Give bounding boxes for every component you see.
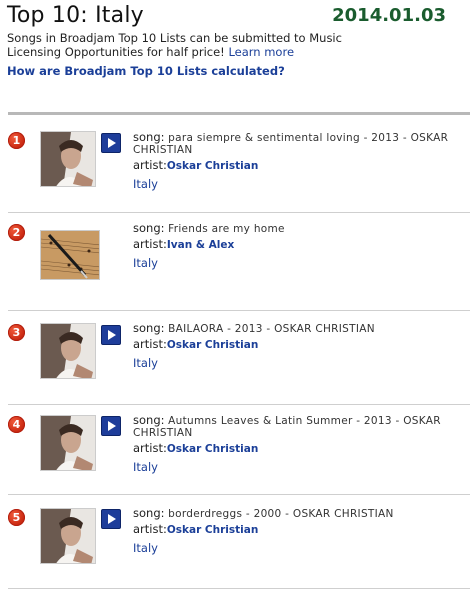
rank-badge: 5 bbox=[8, 509, 25, 526]
play-button[interactable] bbox=[101, 325, 121, 345]
artist-link[interactable]: Oskar Christian bbox=[167, 160, 258, 172]
page-header: Top 10: Italy 2014.01.03 Songs in Broadj… bbox=[0, 0, 472, 100]
song-title: para siempre & sentimental loving - 2013… bbox=[133, 132, 449, 156]
artist-link[interactable]: Oskar Christian bbox=[167, 339, 258, 351]
song-title: borderdreggs - 2000 - OSKAR CHRISTIAN bbox=[168, 508, 394, 520]
licensing-note: Songs in Broadjam Top 10 Lists can be su… bbox=[7, 31, 377, 59]
top-divider bbox=[8, 112, 470, 115]
artist-thumbnail[interactable] bbox=[40, 230, 100, 280]
artist-line: artist:Oskar Christian bbox=[133, 441, 259, 455]
learn-more-link[interactable]: Learn more bbox=[228, 45, 294, 59]
calculation-info-link[interactable]: How are Broadjam Top 10 Lists calculated… bbox=[7, 64, 285, 78]
artist-thumbnail[interactable] bbox=[40, 415, 96, 471]
rank-badge: 4 bbox=[8, 416, 25, 433]
play-button[interactable] bbox=[101, 416, 121, 436]
rank-badge: 2 bbox=[8, 224, 25, 241]
song-title: Friends are my home bbox=[168, 223, 285, 235]
artist-thumbnail[interactable] bbox=[40, 323, 96, 379]
entry-divider bbox=[8, 404, 470, 405]
song-info: song: para siempre & sentimental loving … bbox=[133, 131, 453, 191]
entry-divider bbox=[8, 212, 470, 213]
rank-badge: 1 bbox=[8, 132, 25, 149]
portrait-image bbox=[41, 324, 95, 378]
sheet-music-image bbox=[41, 231, 99, 279]
page-title: Top 10: Italy bbox=[7, 3, 144, 28]
song-info: song: Friends are my home artist:Ivan & … bbox=[133, 222, 453, 270]
artist-link[interactable]: Ivan & Alex bbox=[167, 239, 234, 251]
song-title: Autumns Leaves & Latin Summer - 2013 - O… bbox=[133, 415, 441, 439]
song-line: song: Friends are my home bbox=[133, 221, 285, 235]
song-info: song: Autumns Leaves & Latin Summer - 20… bbox=[133, 414, 453, 474]
country-link[interactable]: Italy bbox=[133, 256, 453, 270]
song-line: song: BAILAORA - 2013 - OSKAR CHRISTIAN bbox=[133, 321, 375, 335]
artist-link[interactable]: Oskar Christian bbox=[167, 443, 258, 455]
artist-line: artist:Oskar Christian bbox=[133, 337, 259, 351]
portrait-image bbox=[41, 509, 95, 563]
entry-divider bbox=[8, 310, 470, 311]
song-line: song: para siempre & sentimental loving … bbox=[133, 130, 449, 156]
song-line: song: borderdreggs - 2000 - OSKAR CHRIST… bbox=[133, 506, 394, 520]
play-button[interactable] bbox=[101, 509, 121, 529]
artist-line: artist:Ivan & Alex bbox=[133, 237, 235, 251]
country-link[interactable]: Italy bbox=[133, 177, 453, 191]
entry-divider bbox=[8, 588, 470, 589]
country-link[interactable]: Italy bbox=[133, 356, 453, 370]
song-info: song: BAILAORA - 2013 - OSKAR CHRISTIAN … bbox=[133, 322, 453, 370]
song-title: BAILAORA - 2013 - OSKAR CHRISTIAN bbox=[168, 323, 375, 335]
country-link[interactable]: Italy bbox=[133, 460, 453, 474]
artist-thumbnail[interactable] bbox=[40, 131, 96, 187]
artist-link[interactable]: Oskar Christian bbox=[167, 524, 258, 536]
song-line: song: Autumns Leaves & Latin Summer - 20… bbox=[133, 413, 441, 439]
portrait-image bbox=[41, 132, 95, 186]
artist-line: artist:Oskar Christian bbox=[133, 158, 259, 172]
entry-divider bbox=[8, 494, 470, 495]
play-button[interactable] bbox=[101, 133, 121, 153]
artist-line: artist:Oskar Christian bbox=[133, 522, 259, 536]
artist-thumbnail[interactable] bbox=[40, 508, 96, 564]
song-info: song: borderdreggs - 2000 - OSKAR CHRIST… bbox=[133, 507, 453, 555]
list-date: 2014.01.03 bbox=[332, 5, 446, 26]
portrait-image bbox=[41, 416, 95, 470]
country-link[interactable]: Italy bbox=[133, 541, 453, 555]
rank-badge: 3 bbox=[8, 324, 25, 341]
